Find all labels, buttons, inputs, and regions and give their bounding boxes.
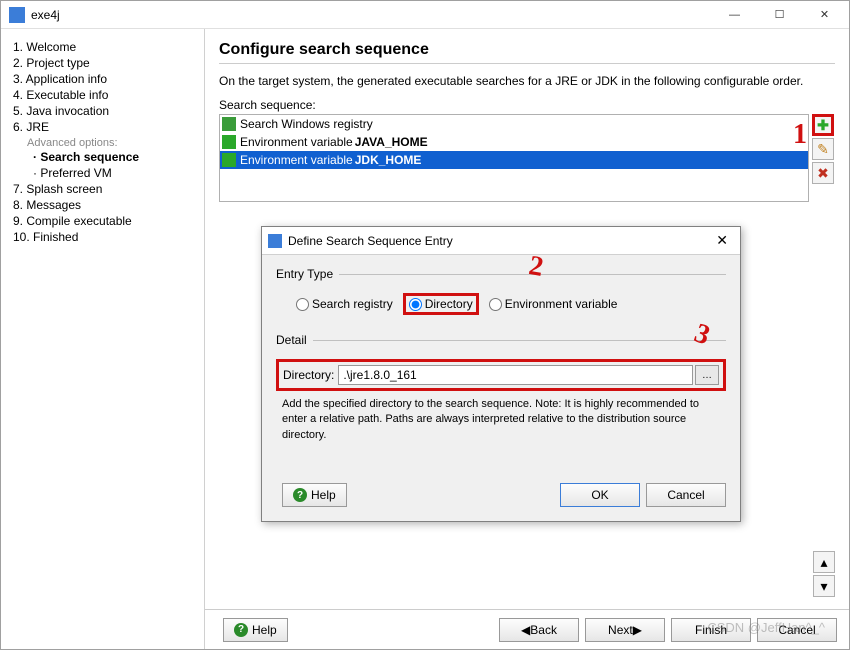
step-finished[interactable]: 10. Finished [13,229,196,245]
radio-label: Search registry [312,297,393,311]
maximize-button[interactable]: ☐ [757,1,802,29]
help-button[interactable]: ? Help [223,618,288,642]
move-up-button[interactable]: ▴ [813,551,835,573]
search-sequence-label: Search sequence: [219,98,835,112]
step-jre[interactable]: 6. JRE [13,119,196,135]
radio-directory[interactable]: Directory [403,293,479,315]
registry-icon [222,117,236,131]
dialog-close-button[interactable]: ✕ [710,232,734,249]
next-label: Next [608,623,633,637]
step-project-type[interactable]: 2. Project type [13,55,196,71]
window-title: exe4j [31,8,712,22]
entry-type-legend: Entry Type [276,267,339,281]
back-button[interactable]: ◀ Back [499,618,579,642]
next-button[interactable]: Next ▶ [585,618,665,642]
add-entry-button[interactable]: ✚ [812,114,834,136]
directory-label: Directory: [283,368,334,382]
move-down-button[interactable]: ▾ [813,575,835,597]
directory-input[interactable] [338,365,693,385]
help-label: Help [311,488,336,502]
app-icon [268,234,282,248]
substep-preferred-vm[interactable]: Preferred VM [13,165,196,181]
close-button[interactable]: ✕ [802,1,847,29]
dialog-cancel-button[interactable]: Cancel [646,483,726,507]
help-label: Help [252,623,277,637]
seq-item-bold: JAVA_HOME [355,135,428,149]
env-icon [222,135,236,149]
radio-label: Environment variable [505,297,618,311]
detail-legend: Detail [276,333,313,347]
delete-entry-button[interactable]: ✖ [812,162,834,184]
dialog-help-button[interactable]: ? Help [282,483,347,507]
env-icon [222,153,236,167]
step-executable-info[interactable]: 4. Executable info [13,87,196,103]
page-title: Configure search sequence [219,41,835,64]
dialog-ok-button[interactable]: OK [560,483,640,507]
app-icon [9,7,25,23]
browse-button[interactable]: … [695,365,719,385]
help-icon: ? [234,623,248,637]
step-java-invocation[interactable]: 5. Java invocation [13,103,196,119]
back-label: Back [530,623,557,637]
advanced-options-label: Advanced options: [13,135,196,149]
wizard-sidebar: 1. Welcome 2. Project type 3. Applicatio… [1,29,205,649]
seq-item-bold: JDK_HOME [355,153,422,167]
step-compile-executable[interactable]: 9. Compile executable [13,213,196,229]
step-welcome[interactable]: 1. Welcome [13,39,196,55]
search-sequence-list[interactable]: Search Windows registry Environment vari… [219,114,809,202]
step-messages[interactable]: 8. Messages [13,197,196,213]
radio-environment-variable[interactable]: Environment variable [489,297,618,311]
radio-search-registry[interactable]: Search registry [296,297,393,311]
seq-item-text: Environment variable [240,153,353,167]
step-application-info[interactable]: 3. Application info [13,71,196,87]
seq-item-registry[interactable]: Search Windows registry [220,115,808,133]
cancel-button[interactable]: Cancel [757,618,837,642]
seq-item-java-home[interactable]: Environment variable JAVA_HOME [220,133,808,151]
page-description: On the target system, the generated exec… [219,74,835,88]
dialog-title: Define Search Sequence Entry [288,234,710,248]
define-entry-dialog: Define Search Sequence Entry ✕ Entry Typ… [261,226,741,522]
seq-item-text: Search Windows registry [240,117,373,131]
seq-item-jdk-home[interactable]: Environment variable JDK_HOME [220,151,808,169]
help-icon: ? [293,488,307,502]
step-splash-screen[interactable]: 7. Splash screen [13,181,196,197]
seq-item-text: Environment variable [240,135,353,149]
minimize-button[interactable]: — [712,1,757,29]
finish-button[interactable]: Finish [671,618,751,642]
edit-entry-button[interactable]: ✎ [812,138,834,160]
radio-label: Directory [425,297,473,311]
substep-search-sequence[interactable]: Search sequence [13,149,196,165]
directory-hint: Add the specified directory to the searc… [276,391,726,443]
